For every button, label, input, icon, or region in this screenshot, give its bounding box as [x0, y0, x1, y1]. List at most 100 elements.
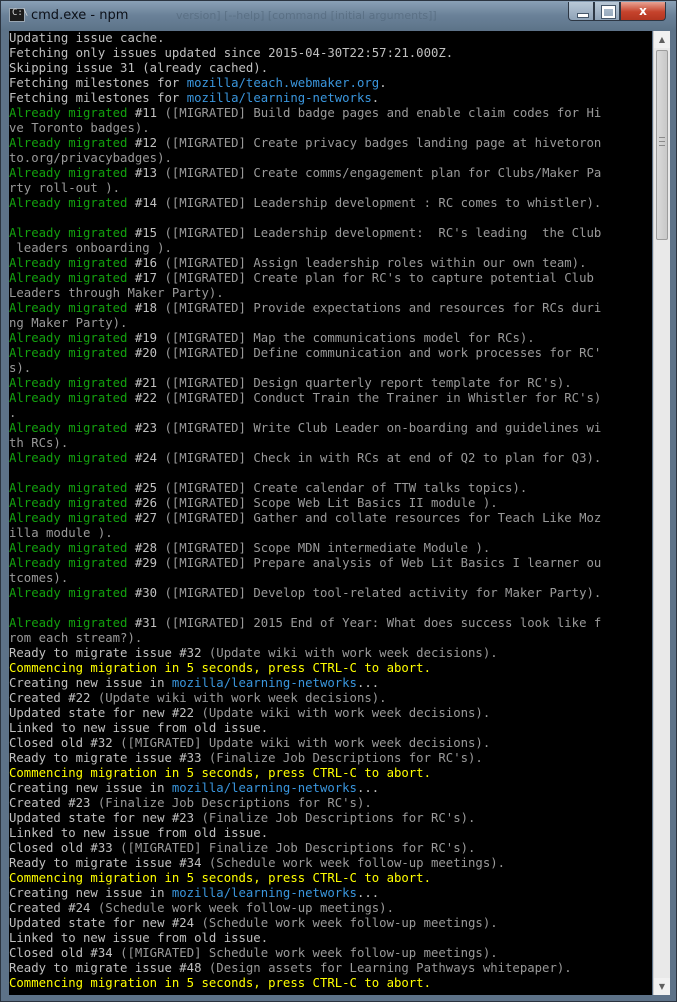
issue-description: . [9, 406, 17, 420]
console-text: Creating new issue in [9, 781, 172, 795]
console-text: #12 [127, 136, 165, 150]
issue-description: ([MIGRATED] Finalize Job Descriptions fo… [120, 841, 476, 855]
console-line: rom each stream?). [9, 631, 652, 646]
migrated-status: Already migrated [9, 421, 128, 435]
issue-description: ([MIGRATED] Write Club Leader on-boardin… [164, 421, 602, 435]
console-line: Closed old #33 ([MIGRATED] Finalize Job … [9, 841, 652, 856]
issue-description: Leaders through Maker Party). [9, 286, 224, 300]
console-line: Already migrated #27 ([MIGRATED] Gather … [9, 511, 652, 526]
maximize-button[interactable] [594, 2, 620, 21]
console-text: Updated state for new #23 [9, 811, 202, 825]
issue-description: ([MIGRATED] Map the communications model… [164, 331, 535, 345]
migrated-status: Already migrated [9, 301, 128, 315]
issue-description: ([MIGRATED] Leadership development : RC … [164, 196, 602, 210]
console-text: Linked to new issue from old issue. [9, 931, 269, 945]
console-text: Updated state for new #24 [9, 916, 202, 930]
thumb-grip-icon [659, 137, 665, 138]
console-line: Linked to new issue from old issue. [9, 931, 652, 946]
migration-warning: Commencing migration in 5 seconds, press… [9, 976, 431, 990]
console-line: Already migrated #12 ([MIGRATED] Create … [9, 136, 652, 151]
scroll-down-button[interactable]: ▼ [654, 978, 670, 995]
issue-description: (Finalize Job Descriptions for RC's). [97, 796, 372, 810]
scrollbar-thumb[interactable] [656, 50, 668, 240]
console-text: #22 [127, 391, 165, 405]
repo-name: mozilla/teach.webmaker.org [186, 76, 380, 90]
console-line: Updating issue cache. [9, 31, 652, 46]
issue-description: to.org/privacybadges). [9, 151, 172, 165]
console-text: #25 [127, 481, 165, 495]
console-output[interactable]: Updating issue cache. Fetching only issue… [9, 31, 652, 995]
close-button[interactable]: x [620, 2, 666, 21]
console-line: th RCs). [9, 436, 652, 451]
console-line: Created #22 (Update wiki with work week … [9, 691, 652, 706]
issue-description: ([MIGRATED] Assign leadership roles with… [164, 256, 587, 270]
issue-description: (Schedule work week follow-up meetings). [201, 916, 498, 930]
console-line: Already migrated #25 ([MIGRATED] Create … [9, 481, 652, 496]
issue-description: (Schedule work week follow-up meetings). [97, 901, 394, 915]
console-line: Already migrated #13 ([MIGRATED] Create … [9, 166, 652, 181]
console-line: Skipping issue 31 (already cached). [9, 61, 652, 76]
console-line: rty roll-out ). [9, 181, 652, 196]
issue-description: rty roll-out ). [9, 181, 121, 195]
issue-description: ([MIGRATED] Define communication and wor… [164, 346, 602, 360]
console-line: Already migrated #28 ([MIGRATED] Scope M… [9, 541, 652, 556]
issue-description: ([MIGRATED] Develop tool-related activit… [164, 586, 602, 600]
minimize-button[interactable] [568, 2, 594, 21]
app-icon-glyph: C:\ [12, 8, 29, 18]
console-line: Leaders through Maker Party). [9, 286, 652, 301]
migrated-status: Already migrated [9, 616, 128, 630]
console-text: #30 [127, 586, 165, 600]
migrated-status: Already migrated [9, 391, 128, 405]
console-text: Fetching milestones for [9, 91, 187, 105]
scroll-up-button[interactable]: ▲ [654, 31, 670, 48]
console-line: ve Toronto badges). [9, 121, 652, 136]
migrated-status: Already migrated [9, 511, 128, 525]
console-line: Ready to migrate issue #33 (Finalize Job… [9, 751, 652, 766]
console-text: #24 [127, 451, 165, 465]
console-line: Ready to migrate issue #48 (Design asset… [9, 961, 652, 976]
issue-description: ([MIGRATED] Scope Web Lit Basics II modu… [164, 496, 498, 510]
console-line: Already migrated #23 ([MIGRATED] Write C… [9, 421, 652, 436]
console-text: Linked to new issue from old issue. [9, 721, 269, 735]
console-text: ... [356, 676, 380, 690]
migrated-status: Already migrated [9, 331, 128, 345]
console-window: version] [--help] [command [initial argu… [0, 0, 677, 1002]
console-line: Already migrated #20 ([MIGRATED] Define … [9, 346, 652, 361]
console-text: #15 [127, 226, 165, 240]
issue-description: ([MIGRATED] Create comms/engagement plan… [164, 166, 602, 180]
vertical-scrollbar[interactable]: ▲ ▼ [653, 31, 670, 995]
console-text: Created #22 [9, 691, 98, 705]
console-text: Updating issue cache. [9, 31, 165, 45]
maximize-icon [601, 5, 616, 19]
migrated-status: Already migrated [9, 196, 128, 210]
console-text: Creating new issue in [9, 886, 172, 900]
console-line: Commencing migration in 5 seconds, press… [9, 871, 652, 886]
migrated-status: Already migrated [9, 586, 128, 600]
console-line: Commencing migration in 5 seconds, press… [9, 976, 652, 991]
issue-description: ng Maker Party). [9, 316, 128, 330]
migration-warning: Commencing migration in 5 seconds, press… [9, 766, 431, 780]
migration-warning: Commencing migration in 5 seconds, press… [9, 661, 431, 675]
console-text: Created #23 [9, 796, 98, 810]
issue-description: ([MIGRATED] Prepare analysis of Web Lit … [164, 556, 602, 570]
console-text: Skipping issue 31 (already cached). [9, 61, 269, 75]
thumb-grip-icon [659, 145, 665, 146]
console-line: . [9, 406, 652, 421]
repo-name: mozilla/learning-networks [171, 781, 357, 795]
console-text: #26 [127, 496, 165, 510]
migrated-status: Already migrated [9, 556, 128, 570]
console-line: Already migrated #11 ([MIGRATED] Build b… [9, 106, 652, 121]
console-line: Updated state for new #23 (Finalize Job … [9, 811, 652, 826]
issue-description: ([MIGRATED] Check in with RCs at end of … [164, 451, 602, 465]
issue-description: ([MIGRATED] Build badge pages and enable… [164, 106, 602, 120]
issue-description: ([MIGRATED] Update wiki with work week d… [120, 736, 491, 750]
title-bar[interactable]: version] [--help] [command [initial argu… [1, 1, 676, 30]
cmd-app-icon[interactable]: C:\ [9, 8, 29, 22]
console-line: illa module ). [9, 526, 652, 541]
console-text: Ready to migrate issue #32 [9, 646, 209, 660]
issue-description: rom each stream?). [9, 631, 143, 645]
issue-description: leaders onboarding ). [9, 241, 172, 255]
migrated-status: Already migrated [9, 541, 128, 555]
issue-description: ([MIGRATED] Provide expectations and res… [164, 301, 602, 315]
